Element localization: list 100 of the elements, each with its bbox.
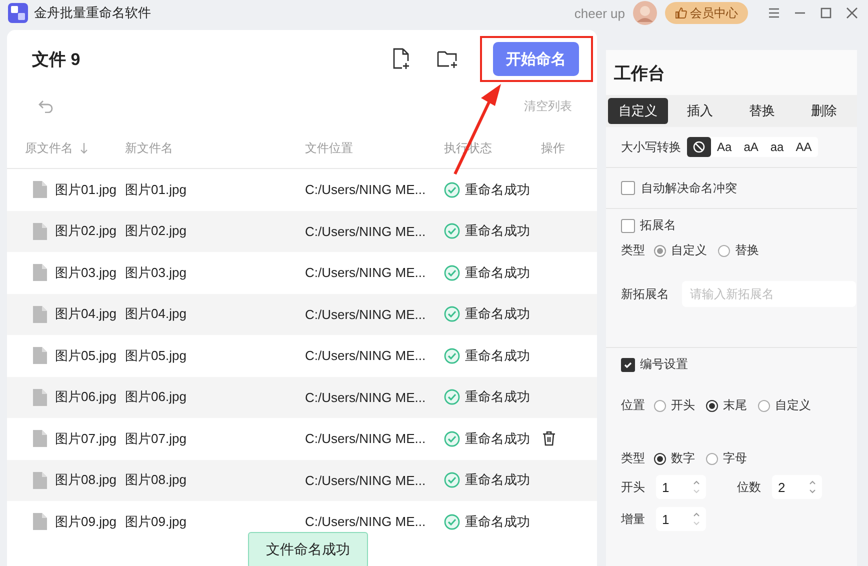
status-cell: 重命名成功 bbox=[465, 180, 530, 199]
new-name-cell: 图片06.jpg bbox=[125, 388, 186, 406]
location-cell: C:/Users/NING ME... bbox=[305, 306, 426, 322]
status-cell: 重命名成功 bbox=[465, 471, 530, 490]
status-cell: 重命名成功 bbox=[465, 430, 530, 448]
radio-label: 自定义 bbox=[671, 242, 707, 259]
radio-label: 数字 bbox=[671, 450, 695, 467]
add-file-icon[interactable] bbox=[391, 48, 411, 70]
start-number-field[interactable]: 1 bbox=[656, 475, 706, 499]
file-icon bbox=[33, 513, 47, 530]
undo-icon[interactable] bbox=[38, 99, 54, 113]
app-logo-icon bbox=[8, 3, 28, 23]
radio-button[interactable] bbox=[654, 244, 666, 256]
status-cell: 重命名成功 bbox=[465, 346, 530, 365]
checkbox[interactable] bbox=[621, 358, 635, 372]
new-name-cell: 图片01.jpg bbox=[125, 180, 186, 199]
new-name-cell: 图片03.jpg bbox=[125, 264, 186, 282]
case-option[interactable]: aA bbox=[738, 137, 764, 157]
radio-label: 自定义 bbox=[775, 397, 811, 414]
check-icon bbox=[623, 360, 633, 370]
extension-label: 新拓展名 bbox=[621, 286, 669, 302]
file-count-title: 文件 9 bbox=[32, 48, 80, 70]
file-icon bbox=[33, 472, 47, 489]
radio-button[interactable] bbox=[654, 400, 666, 412]
tab[interactable]: 删除 bbox=[794, 98, 854, 124]
tab[interactable]: 自定义 bbox=[608, 98, 668, 124]
radio-button[interactable] bbox=[758, 400, 770, 412]
case-option[interactable]: aa bbox=[764, 137, 790, 157]
success-toast: 文件命名成功 bbox=[248, 532, 368, 566]
status-cell: 重命名成功 bbox=[465, 305, 530, 324]
tab[interactable]: 插入 bbox=[670, 98, 730, 124]
close-icon[interactable] bbox=[846, 7, 858, 19]
digits-field[interactable]: 2 bbox=[772, 475, 822, 499]
file-icon bbox=[33, 306, 47, 323]
user-name: cheer up bbox=[574, 6, 625, 20]
location-cell: C:/Users/NING ME... bbox=[305, 182, 426, 198]
checkbox-label: 拓展名 bbox=[640, 217, 676, 234]
success-check-icon bbox=[444, 472, 460, 488]
tab[interactable]: 替换 bbox=[732, 98, 792, 124]
original-name-cell: 图片06.jpg bbox=[55, 388, 116, 406]
thumb-icon bbox=[675, 7, 687, 19]
case-option[interactable]: Aa bbox=[711, 137, 738, 157]
digits-label: 位数 bbox=[737, 478, 761, 496]
step-label: 增量 bbox=[621, 510, 645, 528]
success-check-icon bbox=[444, 264, 460, 281]
success-check-icon bbox=[444, 430, 460, 447]
success-check-icon bbox=[444, 306, 460, 322]
type-label: 类型 bbox=[621, 242, 645, 259]
step-field[interactable]: 1 bbox=[656, 507, 706, 531]
radio-button[interactable] bbox=[654, 452, 666, 464]
checkbox[interactable] bbox=[621, 218, 635, 232]
new-name-cell: 图片09.jpg bbox=[125, 512, 186, 531]
original-name-cell: 图片07.jpg bbox=[55, 430, 116, 448]
add-folder-icon[interactable] bbox=[437, 49, 459, 69]
original-name-cell: 图片02.jpg bbox=[55, 222, 116, 240]
new-name-cell: 图片04.jpg bbox=[125, 305, 186, 324]
case-option[interactable]: AA bbox=[790, 137, 818, 157]
location-cell: C:/Users/NING ME... bbox=[305, 472, 426, 488]
vip-button[interactable]: 会员中心 bbox=[665, 2, 748, 24]
new-name-cell: 图片08.jpg bbox=[125, 471, 186, 490]
maximize-icon[interactable] bbox=[820, 7, 832, 19]
new-name-cell: 图片02.jpg bbox=[125, 222, 186, 240]
location-cell: C:/Users/NING ME... bbox=[305, 390, 426, 405]
location-cell: C:/Users/NING ME... bbox=[305, 224, 426, 239]
file-icon bbox=[33, 388, 47, 406]
start-rename-button[interactable]: 开始命名 bbox=[493, 42, 579, 76]
checkbox-label: 编号设置 bbox=[640, 356, 688, 373]
success-check-icon bbox=[444, 223, 460, 240]
radio-label: 开头 bbox=[671, 397, 695, 414]
app-title: 金舟批量重命名软件 bbox=[34, 4, 151, 22]
extension-input[interactable]: 请输入新拓展名 bbox=[682, 281, 856, 307]
delete-icon[interactable] bbox=[543, 431, 555, 446]
location-cell: C:/Users/NING ME... bbox=[305, 348, 426, 364]
radio-button[interactable] bbox=[706, 452, 718, 464]
radio-label: 字母 bbox=[723, 450, 747, 467]
file-icon bbox=[33, 264, 47, 282]
status-cell: 重命名成功 bbox=[465, 512, 530, 531]
status-cell: 重命名成功 bbox=[465, 222, 530, 240]
success-check-icon bbox=[444, 182, 460, 198]
radio-button[interactable] bbox=[706, 400, 718, 412]
status-cell: 重命名成功 bbox=[465, 264, 530, 282]
success-check-icon bbox=[444, 514, 460, 530]
radio-label: 末尾 bbox=[723, 397, 747, 414]
original-name-cell: 图片09.jpg bbox=[55, 512, 116, 531]
radio-label: 替换 bbox=[735, 242, 759, 259]
file-icon bbox=[33, 347, 47, 364]
location-cell: C:/Users/NING ME... bbox=[305, 514, 426, 530]
case-label: 大小写转换 bbox=[621, 138, 681, 156]
type-label: 类型 bbox=[621, 450, 645, 467]
checkbox-label: 自动解决命名冲突 bbox=[641, 180, 737, 196]
radio-button[interactable] bbox=[718, 244, 730, 256]
original-name-cell: 图片03.jpg bbox=[55, 264, 116, 282]
menu-icon[interactable] bbox=[768, 7, 780, 19]
start-label: 开头 bbox=[621, 478, 645, 496]
status-cell: 重命名成功 bbox=[465, 388, 530, 406]
success-check-icon bbox=[444, 348, 460, 364]
checkbox[interactable] bbox=[621, 181, 635, 195]
no-change-button[interactable] bbox=[687, 137, 711, 157]
new-name-cell: 图片05.jpg bbox=[125, 346, 186, 365]
avatar[interactable] bbox=[633, 1, 657, 25]
